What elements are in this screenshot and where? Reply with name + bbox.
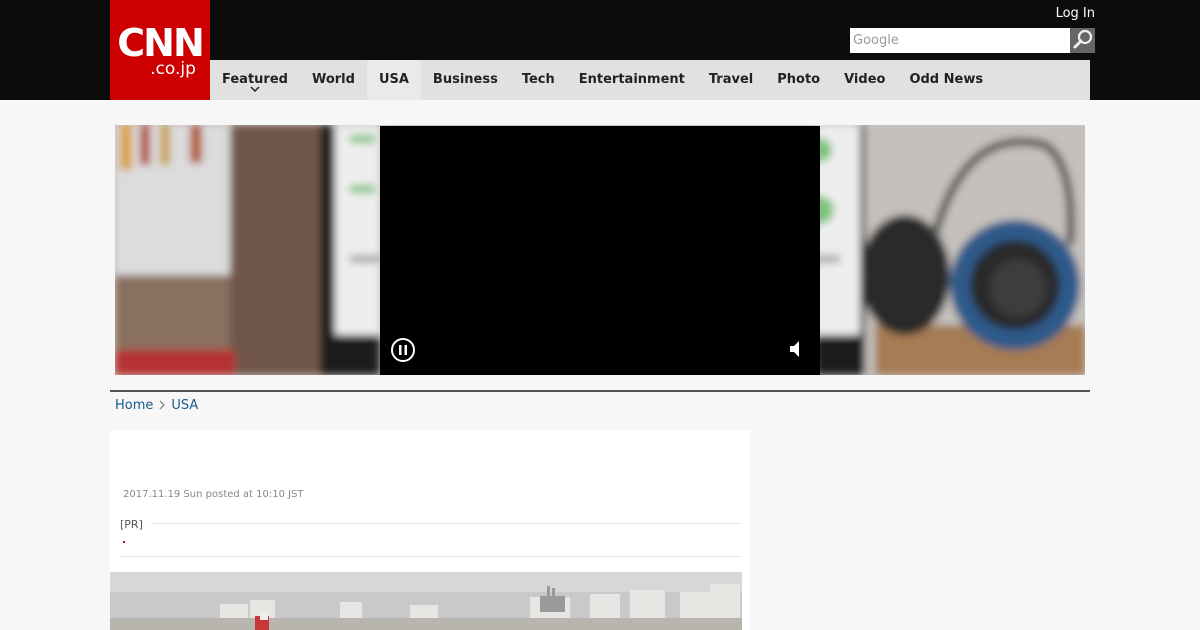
nav-item-label: Tech: [521, 72, 555, 87]
nav-item-business[interactable]: Business: [421, 60, 510, 100]
nav-item-label: Business: [432, 72, 498, 87]
video-player[interactable]: [380, 126, 820, 375]
nav-item-label: Video: [844, 72, 886, 87]
nav-item-label: USA: [378, 72, 409, 87]
main-nav: Featured World USA Business Tech Enterta…: [210, 60, 1090, 100]
breadcrumb-usa[interactable]: USA: [171, 398, 198, 413]
search-button[interactable]: [1070, 28, 1095, 53]
nav-item-tech[interactable]: Tech: [510, 60, 567, 100]
section-divider: [110, 390, 1090, 392]
login-link[interactable]: Log In: [1056, 6, 1095, 21]
logo-text: CNN: [117, 21, 204, 65]
nav-item-entertainment[interactable]: Entertainment: [567, 60, 697, 100]
search-icon: [1072, 28, 1094, 54]
chevron-down-icon: [250, 85, 260, 95]
nav-item-world[interactable]: World: [300, 60, 367, 100]
nav-item-usa[interactable]: USA: [366, 60, 421, 100]
pr-label: [PR]: [120, 518, 151, 531]
nav-item-label: World: [311, 72, 355, 87]
pr-link[interactable]: [123, 541, 125, 543]
pause-icon[interactable]: [390, 337, 416, 367]
nav-item-label: Odd News: [909, 72, 984, 87]
search-input[interactable]: [850, 28, 1070, 53]
nav-item-odd-news[interactable]: Odd News: [897, 60, 995, 100]
breadcrumb: Home USA: [115, 398, 198, 413]
divider: [120, 556, 740, 557]
chevron-right-icon: [159, 399, 166, 413]
divider: [120, 523, 740, 524]
article-date: 2017.11.19 Sun posted at 10:10 JST: [123, 489, 304, 500]
nav-item-label: Entertainment: [578, 72, 685, 87]
article-photo: [110, 572, 750, 630]
cnn-logo[interactable]: CNN .co.jp: [110, 0, 210, 100]
nav-item-photo[interactable]: Photo: [765, 60, 832, 100]
breadcrumb-home[interactable]: Home: [115, 398, 153, 413]
nav-item-label: Travel: [708, 72, 754, 87]
nav-item-featured[interactable]: Featured: [210, 60, 300, 100]
nav-item-label: Photo: [777, 72, 821, 87]
nav-item-travel[interactable]: Travel: [697, 60, 765, 100]
mute-icon[interactable]: [788, 339, 802, 363]
article-card: 2017.11.19 Sun posted at 10:10 JST [PR]: [110, 430, 750, 630]
nav-item-video[interactable]: Video: [832, 60, 897, 100]
logo-domain: .co.jp: [150, 59, 196, 79]
